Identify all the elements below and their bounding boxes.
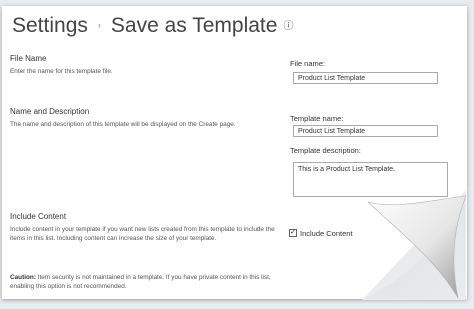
checkmark-icon: ✓ xyxy=(290,229,296,236)
include-content-description: Include content in your template if you … xyxy=(10,226,275,242)
page-subtitle: Save as Template xyxy=(110,14,278,37)
page-curl-graphic xyxy=(362,190,466,300)
template-name-input[interactable]: Product List Template xyxy=(293,125,438,137)
file-name-description: Enter the name for this template file. xyxy=(10,68,113,75)
name-description-heading: Name and Description xyxy=(10,107,90,116)
caution-note: Caution: Item security is not maintained… xyxy=(10,273,275,291)
breadcrumb-settings[interactable]: Settings xyxy=(12,14,88,37)
page-title: Settings › Save as Template ⓘ xyxy=(12,14,293,38)
name-description-text: The name and description of this templat… xyxy=(10,121,236,128)
caution-text: Item security is not maintained in a tem… xyxy=(10,274,271,290)
info-icon[interactable]: ⓘ xyxy=(283,21,293,32)
file-name-input[interactable]: Product List Template xyxy=(293,72,438,84)
include-content-checkbox[interactable]: ✓ xyxy=(289,229,297,237)
breadcrumb-separator-icon: › xyxy=(97,20,101,30)
template-description-label: Template description: xyxy=(290,146,361,155)
caution-label: Caution: xyxy=(10,274,36,281)
include-content-heading: Include Content xyxy=(10,212,67,221)
file-name-label: File name: xyxy=(290,59,326,68)
file-name-heading: File Name xyxy=(10,54,47,63)
include-content-checkbox-label[interactable]: Include Content xyxy=(300,229,353,238)
template-name-label: Template name: xyxy=(290,114,344,123)
